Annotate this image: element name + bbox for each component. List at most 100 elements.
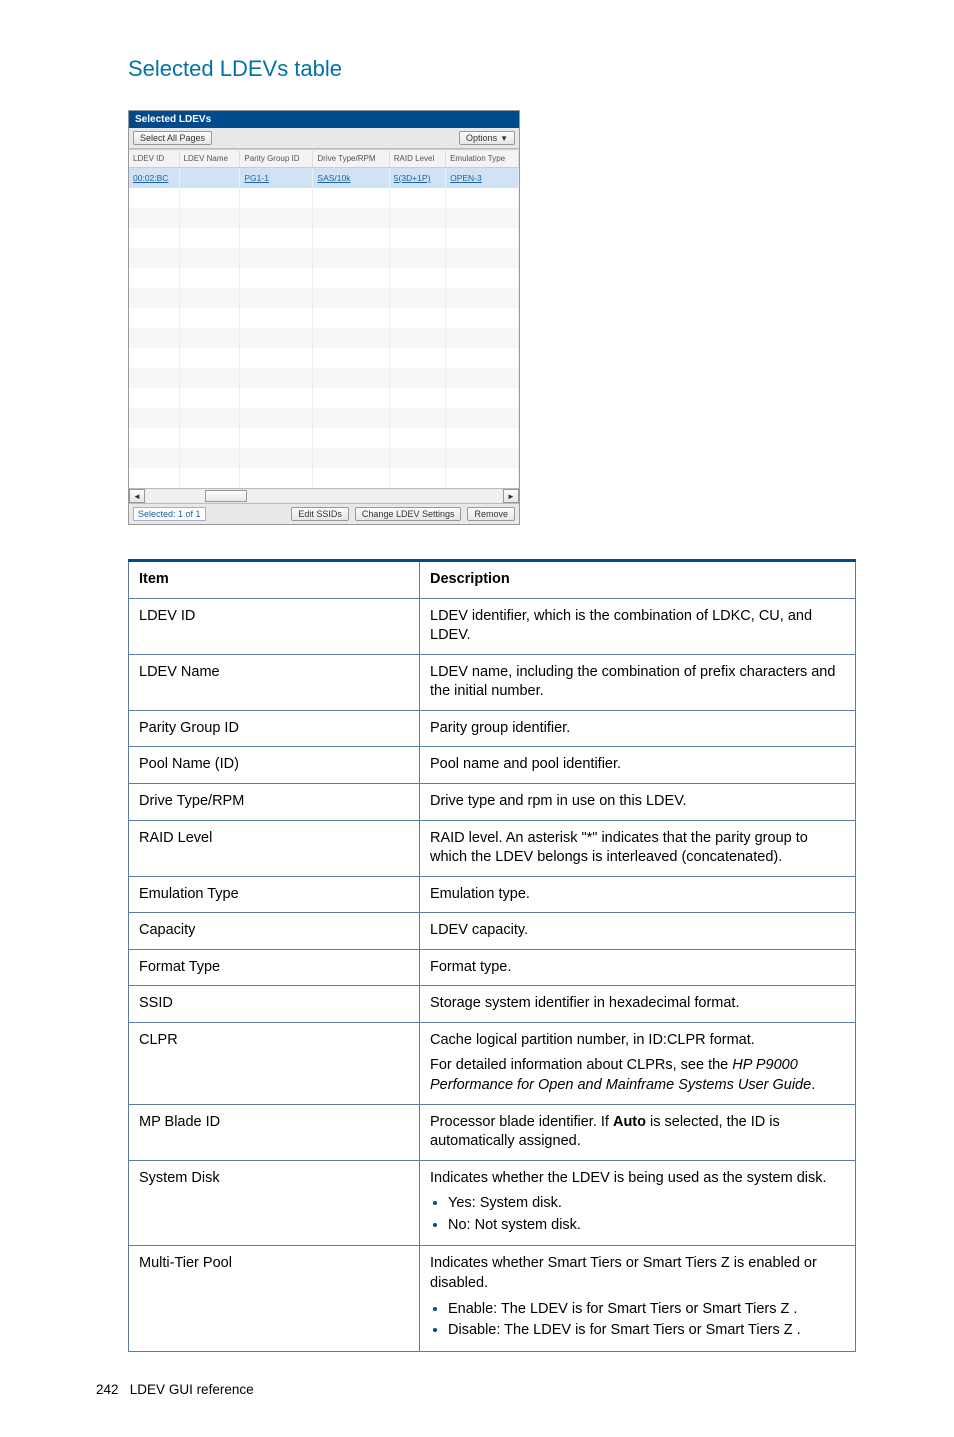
table-row[interactable]: 00:02:BCPG1-1SAS/10k5(3D+1P)OPEN-3 [129,168,519,189]
cell [179,188,240,208]
cell [179,328,240,348]
page-number: 242 [96,1382,119,1397]
table-row: SSIDStorage system identifier in hexadec… [129,986,856,1023]
cell: 00:02:BC [129,168,179,189]
cell [446,448,519,468]
scroll-track[interactable] [145,490,503,502]
description-cell: LDEV identifier, which is the combinatio… [420,598,856,654]
table-row [129,328,519,348]
cell [179,428,240,448]
cell [179,348,240,368]
col-emulation-type[interactable]: Emulation Type [446,150,519,168]
item-cell: Emulation Type [129,876,420,913]
table-row [129,428,519,448]
cell [129,408,179,428]
cell [446,368,519,388]
cell [179,248,240,268]
cell [240,228,313,248]
cell [389,248,445,268]
item-cell: Capacity [129,913,420,950]
cell [240,368,313,388]
selected-status: Selected: 1 of 1 [133,507,206,521]
description-cell: Emulation type. [420,876,856,913]
table-row: RAID LevelRAID level. An asterisk "*" in… [129,820,856,876]
scroll-thumb[interactable] [205,490,247,502]
description-cell: Processor blade identifier. If Auto is s… [420,1104,856,1160]
cell [446,248,519,268]
cell [240,188,313,208]
cell [313,308,389,328]
cell [446,408,519,428]
cell [129,248,179,268]
table-row [129,188,519,208]
page-footer: 242 LDEV GUI reference [96,1382,856,1397]
options-button[interactable]: Options ▼ [459,131,515,145]
description-table: Item Description LDEV IDLDEV identifier,… [128,559,856,1352]
cell [313,288,389,308]
col-parity-group-id[interactable]: Parity Group ID [240,150,313,168]
cell [179,288,240,308]
cell [240,328,313,348]
description-cell: Drive type and rpm in use on this LDEV. [420,783,856,820]
col-ldev-id[interactable]: LDEV ID [129,150,179,168]
table-row: LDEV NameLDEV name, including the combin… [129,654,856,710]
cell [240,388,313,408]
cell [446,468,519,488]
item-cell: Parity Group ID [129,710,420,747]
cell [389,268,445,288]
edit-ssids-button[interactable]: Edit SSIDs [291,507,349,521]
col-ldev-name[interactable]: LDEV Name [179,150,240,168]
cell [389,188,445,208]
cell [446,328,519,348]
horizontal-scrollbar[interactable]: ◄ ► [129,488,519,503]
select-all-pages-button[interactable]: Select All Pages [133,131,212,145]
scroll-left-icon[interactable]: ◄ [129,489,145,503]
scroll-right-icon[interactable]: ► [503,489,519,503]
cell [446,308,519,328]
cell: OPEN-3 [446,168,519,189]
item-cell: Drive Type/RPM [129,783,420,820]
cell [389,288,445,308]
cell [179,468,240,488]
cell [313,208,389,228]
options-label: Options [466,133,497,143]
cell [313,408,389,428]
remove-button[interactable]: Remove [467,507,515,521]
table-row [129,468,519,488]
header-item: Item [129,561,420,599]
cell [313,348,389,368]
cell [129,308,179,328]
cell [240,268,313,288]
table-row: Pool Name (ID)Pool name and pool identif… [129,747,856,784]
cell [389,308,445,328]
cell [389,468,445,488]
cell [313,188,389,208]
cell [129,368,179,388]
col-raid-level[interactable]: RAID Level [389,150,445,168]
cell [389,228,445,248]
cell [179,308,240,328]
cell [179,408,240,428]
table-row [129,388,519,408]
cell [446,348,519,368]
description-cell: Indicates whether Smart Tiers or Smart T… [420,1246,856,1351]
cell [179,268,240,288]
table-row: System DiskIndicates whether the LDEV is… [129,1160,856,1246]
cell [313,468,389,488]
cell [446,268,519,288]
cell: PG1-1 [240,168,313,189]
change-ldev-settings-button[interactable]: Change LDEV Settings [355,507,462,521]
panel-title: Selected LDEVs [129,111,519,128]
table-row: Multi-Tier PoolIndicates whether Smart T… [129,1246,856,1351]
cell [240,468,313,488]
cell [389,448,445,468]
col-drive-type-rpm[interactable]: Drive Type/RPM [313,150,389,168]
item-cell: System Disk [129,1160,420,1246]
table-row [129,228,519,248]
cell [446,228,519,248]
table-row: Emulation TypeEmulation type. [129,876,856,913]
cell [240,308,313,328]
cell: SAS/10k [313,168,389,189]
table-row [129,348,519,368]
cell [240,208,313,228]
